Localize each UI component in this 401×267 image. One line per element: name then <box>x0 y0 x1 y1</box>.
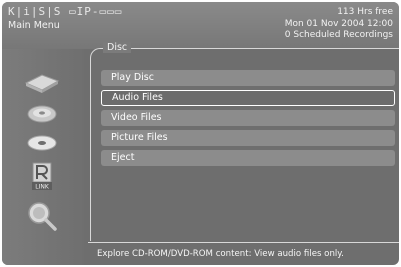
help-text: Explore CD-ROM/DVD-ROM content: View aud… <box>88 242 399 265</box>
current-datetime: Mon 01 Nov 2004 12:00 <box>284 18 393 29</box>
search-icon[interactable] <box>22 199 62 231</box>
dvd-recorder-icon[interactable] <box>22 100 62 126</box>
disc-icon[interactable] <box>22 130 62 156</box>
kiss-link-icon[interactable]: LINK <box>22 161 62 193</box>
panel-title: Disc <box>103 42 132 53</box>
menu-title: Main Menu <box>8 20 60 31</box>
scheduled-recordings: 0 Scheduled Recordings <box>284 30 393 40</box>
menu-item-picture-files[interactable]: Picture Files <box>101 130 395 146</box>
link-label: LINK <box>35 184 50 191</box>
tv-icon[interactable] <box>22 69 62 95</box>
menu-item-audio-files[interactable]: Audio Files <box>101 90 395 106</box>
header: K|i|S|S ▭IP-▭▭▭ Main Menu 113 Hrs free M… <box>2 2 399 49</box>
main-menu-screen: K|i|S|S ▭IP-▭▭▭ Main Menu 113 Hrs free M… <box>2 2 399 265</box>
brand-logo: K|i|S|S ▭IP-▭▭▭ <box>8 5 123 18</box>
menu-item-play-disc[interactable]: Play Disc <box>101 70 395 86</box>
menu-item-eject[interactable]: Eject <box>101 150 395 166</box>
sidebar: LINK <box>2 49 84 265</box>
free-space: 113 Hrs free <box>337 7 393 17</box>
menu-item-video-files[interactable]: Video Files <box>101 110 395 126</box>
status-info: 113 Hrs free Mon 01 Nov 2004 12:00 0 Sch… <box>285 7 393 42</box>
